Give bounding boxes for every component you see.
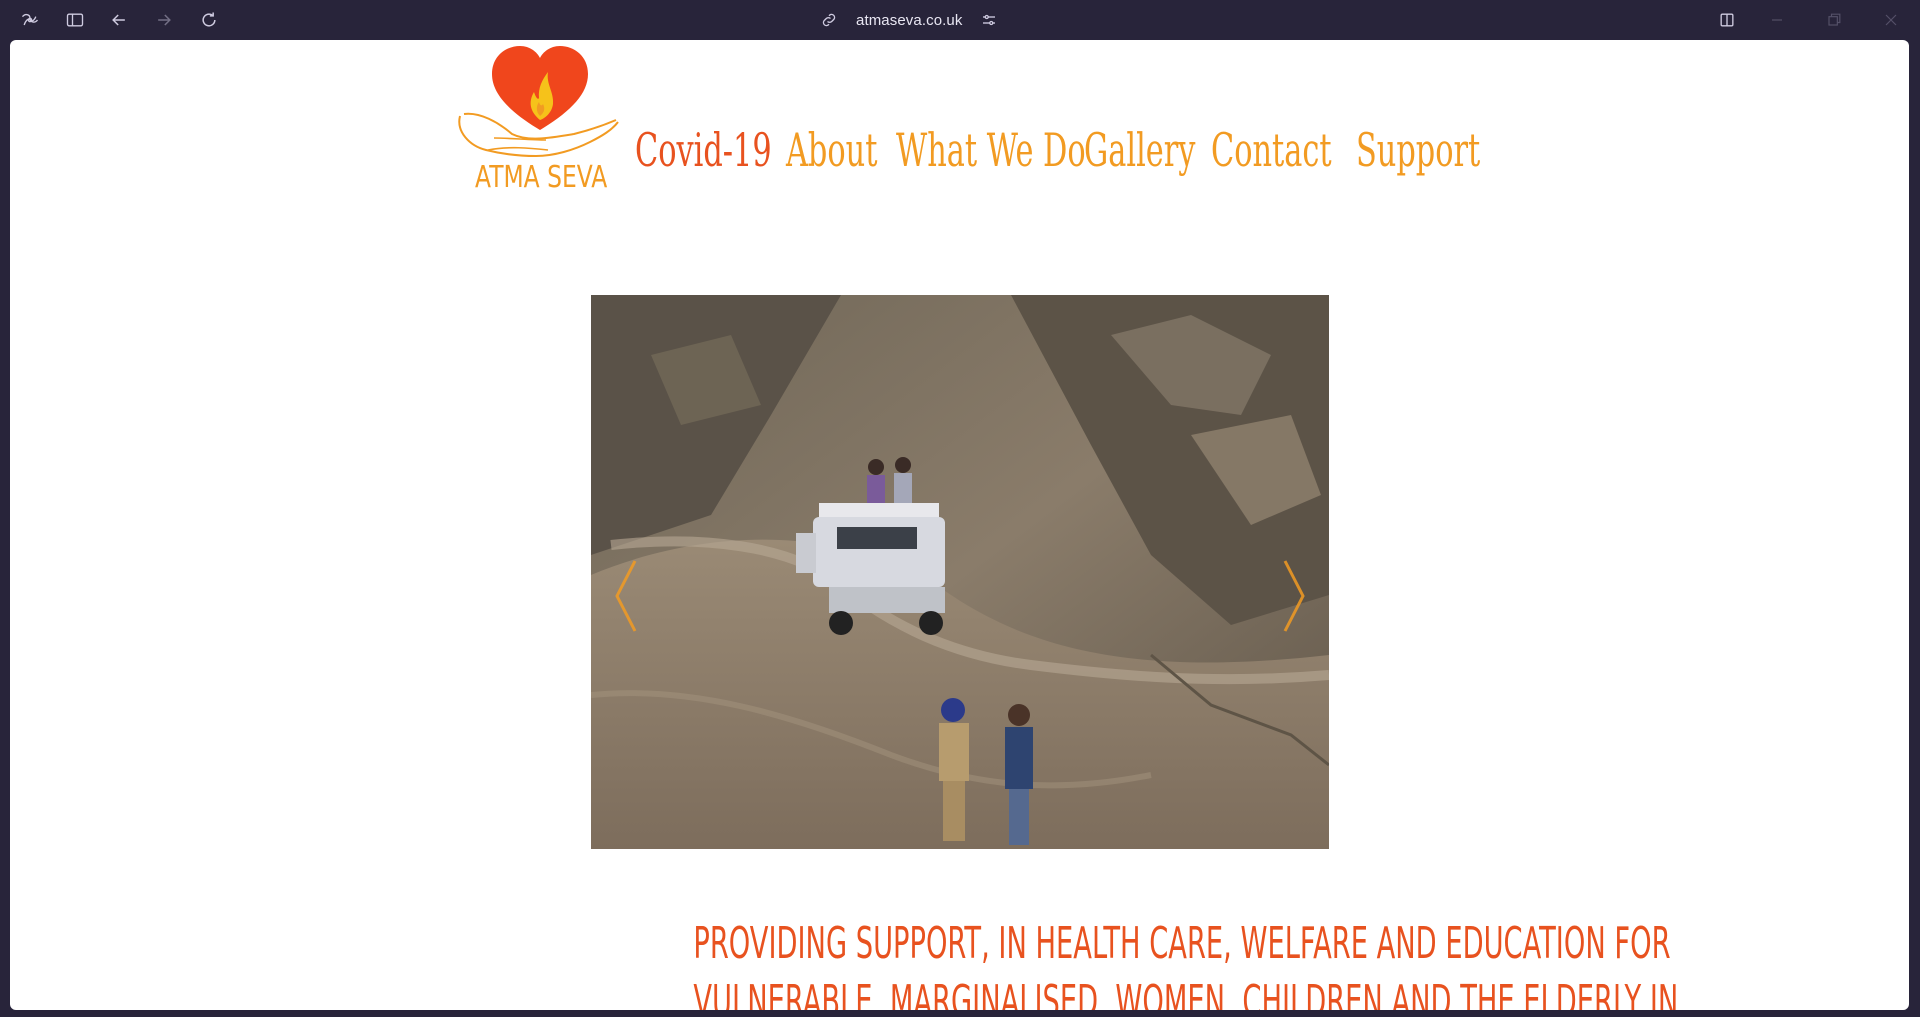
nav-what-we-do[interactable]: What We Do: [896, 123, 1086, 177]
chevron-right-icon: [1283, 560, 1305, 632]
nav-gallery[interactable]: Gallery: [1084, 123, 1195, 177]
browser-toolbar: atmaseva.co.uk: [0, 0, 1920, 40]
tagline: PROVIDING SUPPORT, IN HEALTH CARE, WELFA…: [530, 915, 1679, 1010]
nav-about[interactable]: About: [786, 123, 877, 177]
page-viewport: ATMA SEVA Covid-19 About What We Do Gall…: [10, 40, 1909, 1010]
image-slider[interactable]: [591, 295, 1329, 849]
back-arrow-icon[interactable]: [107, 8, 131, 32]
address-bar[interactable]: atmaseva.co.uk: [820, 6, 998, 34]
slider-prev-button[interactable]: [611, 557, 639, 635]
link-icon: [822, 13, 836, 27]
slider-next-button[interactable]: [1281, 557, 1309, 635]
chevron-left-icon: [615, 560, 637, 632]
tagline-line-1: PROVIDING SUPPORT, IN HEALTH CARE, WELFA…: [693, 918, 1671, 969]
split-view-icon[interactable]: [1715, 8, 1739, 32]
nav-support[interactable]: Support: [1356, 123, 1480, 177]
sidebar-toggle-icon[interactable]: [63, 8, 87, 32]
close-icon[interactable]: [1879, 8, 1903, 32]
nav-contact[interactable]: Contact: [1211, 123, 1332, 177]
main-nav: Covid-19 About What We Do Gallery Contac…: [635, 115, 1480, 185]
url-text[interactable]: atmaseva.co.uk: [856, 12, 962, 29]
reload-icon[interactable]: [197, 8, 221, 32]
logo-text: ATMA SEVA: [475, 160, 608, 195]
restore-icon[interactable]: [1822, 8, 1846, 32]
site-settings-icon[interactable]: [980, 11, 998, 29]
minimize-icon[interactable]: [1765, 8, 1789, 32]
slide-image: [591, 295, 1329, 849]
tagline-line-2: VULNERABLE, MARGINALISED, WOMEN, CHILDRE…: [693, 976, 1679, 1010]
nav-covid-19[interactable]: Covid-19: [635, 123, 772, 177]
forward-arrow-icon[interactable]: [152, 8, 176, 32]
browser-logo-icon[interactable]: [18, 8, 42, 32]
